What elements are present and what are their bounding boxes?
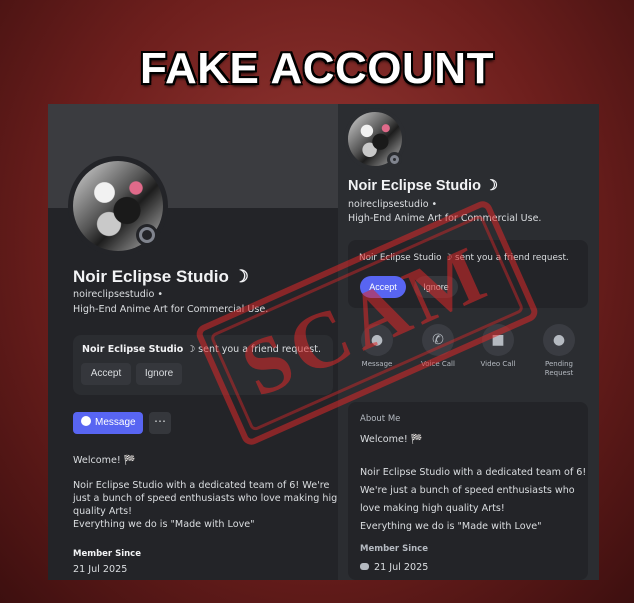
headline-fake-account: FAKE ACCOUNT xyxy=(140,44,494,93)
message-button[interactable]: Message xyxy=(73,412,143,434)
username[interactable]: noireclipsestudio • xyxy=(348,199,437,210)
discord-logo-icon xyxy=(360,563,369,570)
about-me-label: About Me xyxy=(360,414,401,424)
about-me-card: About Me Welcome! 🏁 Noir Eclipse Studio … xyxy=(348,402,588,580)
about-line-4: Everything we do is "Made with Love" xyxy=(360,521,542,532)
chat-bubble-icon xyxy=(81,416,91,426)
accept-button[interactable]: Accept xyxy=(81,363,131,385)
about-greeting: Welcome! 🏁 xyxy=(73,455,136,466)
display-name: Noir Eclipse Studio ☽ xyxy=(73,267,249,286)
action-pending-request[interactable]: ● Pending Request xyxy=(534,324,584,378)
pending-friend-icon: ● xyxy=(543,324,575,356)
about-line-1: Noir Eclipse Studio with a dedicated tea… xyxy=(73,480,330,491)
member-since-label: Member Since xyxy=(360,544,428,554)
about-line-2: just a bunch of speed enthusiasts who lo… xyxy=(73,493,338,504)
about-line-4: Everything we do is "Made with Love" xyxy=(73,519,255,530)
member-since-date: 21 Jul 2025 xyxy=(360,561,428,574)
offline-status-icon xyxy=(387,152,402,167)
message-label: Message xyxy=(95,417,136,428)
username[interactable]: noireclipsestudio • xyxy=(73,289,163,300)
about-line-2: We're just a bunch of speed enthusiasts … xyxy=(360,485,575,496)
about-line-3: quality Arts! xyxy=(73,506,132,517)
action-label: Video Call xyxy=(480,360,516,368)
about-line-3: love making high quality Arts! xyxy=(360,503,505,514)
member-since-date: 21 Jul 2025 xyxy=(73,564,128,575)
display-name: Noir Eclipse Studio ☽ xyxy=(348,178,498,194)
about-greeting: Welcome! 🏁 xyxy=(360,434,423,445)
more-options-button[interactable]: ⋯ xyxy=(149,412,171,434)
action-label: Pending Request xyxy=(544,360,574,377)
offline-status-icon xyxy=(136,224,158,246)
ignore-button[interactable]: Ignore xyxy=(136,363,182,385)
member-since-label: Member Since xyxy=(73,549,141,559)
about-line-1: Noir Eclipse Studio with a dedicated tea… xyxy=(360,467,587,478)
